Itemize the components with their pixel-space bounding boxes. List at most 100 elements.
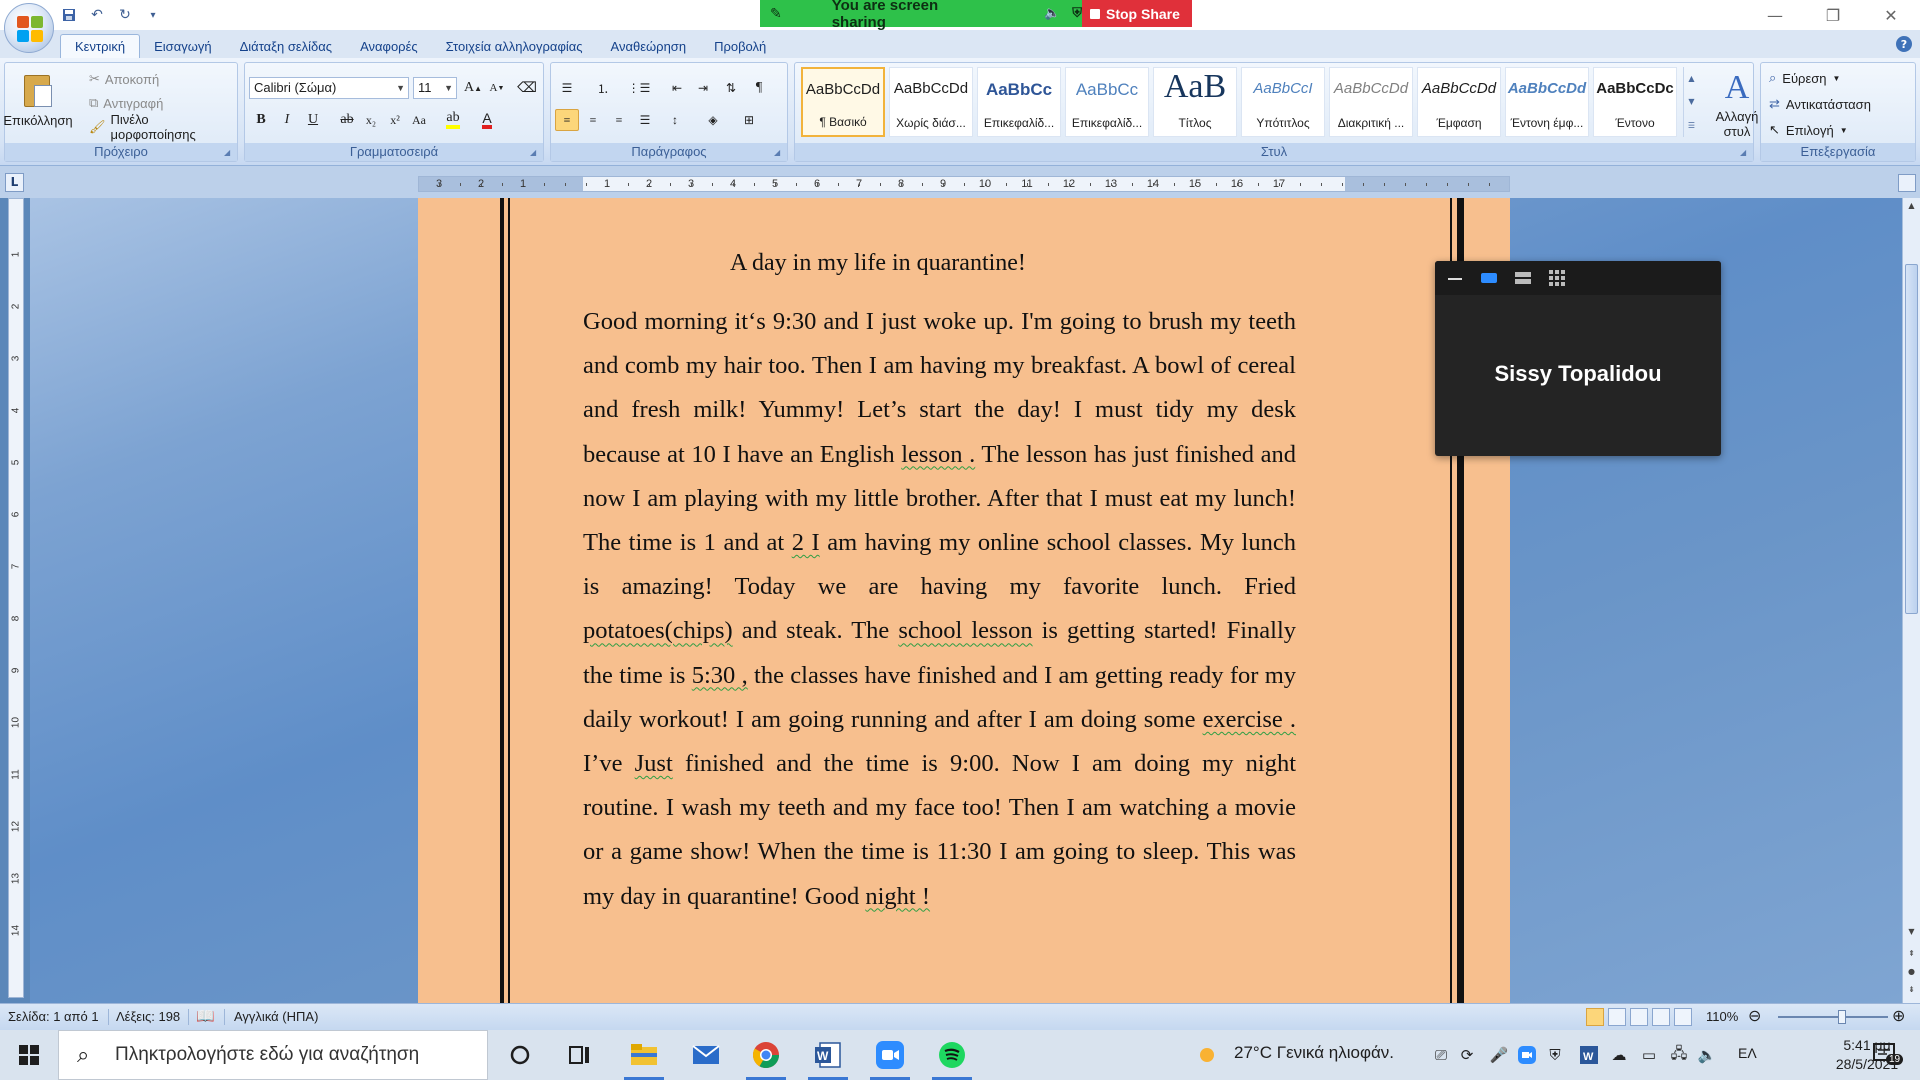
gallery-view-icon[interactable] [1547,269,1567,287]
file-explorer-icon[interactable] [616,1030,672,1080]
decrease-indent-icon[interactable]: ⇤ [665,77,689,99]
volume-icon[interactable]: 🔈 [1696,1044,1718,1066]
speaker-icon[interactable]: 🔈 [1044,6,1060,21]
highlight-icon[interactable]: ab [441,109,465,131]
strikethrough-icon[interactable]: ab [335,109,359,131]
office-button[interactable] [4,3,54,53]
tab-page-layout[interactable]: Διάταξη σελίδας [226,34,346,58]
outline-view-icon[interactable] [1652,1008,1670,1026]
mail-icon[interactable] [678,1030,734,1080]
superscript-icon[interactable]: x² [383,109,407,131]
clear-formatting-icon[interactable]: ⌫ [515,77,539,99]
sync-icon[interactable]: ⟳ [1456,1044,1478,1066]
vertical-scrollbar[interactable]: ▲ ▼ ⇞ ● ⇟ [1902,198,1920,1003]
underline-icon[interactable]: U [301,109,325,131]
help-icon[interactable]: ? [1896,36,1912,52]
italic-icon[interactable]: I [275,109,299,131]
style-subtitle[interactable]: AaBbCcI Υπότιτλος [1241,67,1325,137]
draft-view-icon[interactable] [1674,1008,1692,1026]
horizontal-ruler[interactable]: 3211234567891011121314151617 [418,176,1510,192]
start-button[interactable] [0,1030,58,1080]
zoom-in-icon[interactable]: ⊕ [1892,1006,1905,1026]
chevron-down-icon[interactable]: ▼ [1684,90,1699,113]
browse-object-icon[interactable]: ● [1904,964,1919,980]
document-title[interactable]: A day in my life in quarantine! [730,250,1026,277]
style-strong[interactable]: AaBbCcDc Έντονο [1593,67,1677,137]
stop-share-button[interactable]: Stop Share [1082,0,1192,27]
spotify-icon[interactable] [924,1030,980,1080]
notification-center[interactable]: 19 [1872,1042,1912,1072]
justify-icon[interactable]: ☰ [633,109,657,131]
print-layout-view-icon[interactable] [1586,1008,1604,1026]
tab-selector[interactable]: L [5,173,24,192]
align-left-icon[interactable]: ≡ [555,109,579,131]
vertical-ruler[interactable]: 1 2 3 4 5 6 7 8 9 10 11 12 13 14 [8,198,24,998]
format-painter-button[interactable]: 🖌 Πινέλο μορφοποίησης [89,112,237,142]
paste-button[interactable]: Επικόλληση [3,67,73,141]
weather-sun-icon[interactable] [1196,1044,1218,1066]
network-icon[interactable]: 🖧 [1668,1044,1690,1066]
chevron-up-icon[interactable]: ▲ [1684,67,1699,90]
minimize-video-icon[interactable] [1445,269,1465,287]
align-right-icon[interactable]: ≡ [607,109,631,131]
find-button[interactable]: ⌕ Εύρεση ▼ [1769,67,1840,89]
align-center-icon[interactable]: ≡ [581,109,605,131]
numbering-icon[interactable]: ⒈ [591,77,615,99]
customize-qat-icon[interactable]: ▾ [142,4,164,26]
meet-now-icon[interactable]: ⎚ [1430,1044,1452,1066]
style-subtle-emphasis[interactable]: AaBbCcDd Διακριτική ... [1329,67,1413,137]
select-button[interactable]: ↖ Επιλογή ▼ [1769,119,1848,141]
zoom-app-icon[interactable] [862,1030,918,1080]
copy-button[interactable]: ⧉ Αντιγραφή [89,93,163,113]
font-name-combo[interactable]: Calibri (Σώμα) ▼ [249,77,409,99]
web-layout-view-icon[interactable] [1630,1008,1648,1026]
style-emphasis[interactable]: AaBbCcDd Έμφαση [1417,67,1501,137]
language-indicator[interactable]: Αγγλικά (ΗΠΑ) [234,1009,318,1024]
style-intense-emphasis[interactable]: AaBbCcDd Έντονη έμφ... [1505,67,1589,137]
video-participant-tile[interactable]: Sissy Topalidou [1435,261,1721,456]
show-formatting-icon[interactable]: ¶ [747,77,771,99]
active-speaker-view-icon[interactable] [1479,269,1499,287]
annotate-icon[interactable]: ✎ [770,6,790,22]
full-screen-reading-view-icon[interactable] [1608,1008,1626,1026]
cortana-icon[interactable] [492,1030,548,1080]
styles-launcher-icon[interactable]: ◢ [1740,148,1750,158]
scroll-down-icon[interactable]: ▼ [1904,924,1919,940]
chrome-icon[interactable] [738,1030,794,1080]
borders-icon[interactable]: ⊞ [737,109,761,131]
bold-icon[interactable]: B [249,109,273,131]
style-heading-2[interactable]: AaBbCc Επικεφαλίδ... [1065,67,1149,137]
clipboard-launcher-icon[interactable]: ◢ [224,148,234,158]
font-size-combo[interactable]: 11 ▼ [413,77,457,99]
tab-insert[interactable]: Εισαγωγή [140,34,225,58]
subscript-icon[interactable]: x₂ [359,109,383,131]
replace-button[interactable]: ⇄ Αντικατάσταση [1769,93,1871,115]
search-input[interactable] [115,1044,475,1066]
shrink-font-icon[interactable]: A ▼ [485,77,509,99]
zoom-slider[interactable] [1778,1010,1888,1024]
input-language[interactable]: ΕΛ [1738,1045,1757,1061]
sort-icon[interactable]: ⇅ [719,77,743,99]
font-launcher-icon[interactable]: ◢ [530,148,540,158]
zoom-level[interactable]: 110% [1706,1009,1738,1024]
minimize-button[interactable]: — [1746,0,1804,30]
word-tray-icon[interactable]: W [1578,1044,1600,1066]
page-count[interactable]: Σελίδα: 1 από 1 [8,1009,99,1024]
zoom-slider-knob[interactable] [1838,1010,1846,1024]
taskbar-search[interactable]: ⌕ [58,1030,488,1080]
task-view-icon[interactable] [552,1030,608,1080]
paragraph-launcher-icon[interactable]: ◢ [774,148,784,158]
tab-references[interactable]: Αναφορές [346,34,432,58]
shading-icon[interactable]: ◈ [701,109,725,131]
grow-font-icon[interactable]: A ▲ [461,77,485,99]
redo-icon[interactable]: ↻ [114,4,136,26]
restore-button[interactable]: ❐ [1804,0,1862,30]
scroll-thumb[interactable] [1905,264,1918,614]
cut-button[interactable]: ✂ Αποκοπή [89,69,159,89]
proofing-errors-icon[interactable]: 📖 [196,1007,215,1025]
next-page-icon[interactable]: ⇟ [1904,982,1919,998]
style-no-spacing[interactable]: AaBbCcDd Χωρίς διάσ... [889,67,973,137]
font-color-icon[interactable]: A [475,109,499,131]
word-icon[interactable]: W [800,1030,856,1080]
style-title[interactable]: AaB Τίτλος [1153,67,1237,137]
